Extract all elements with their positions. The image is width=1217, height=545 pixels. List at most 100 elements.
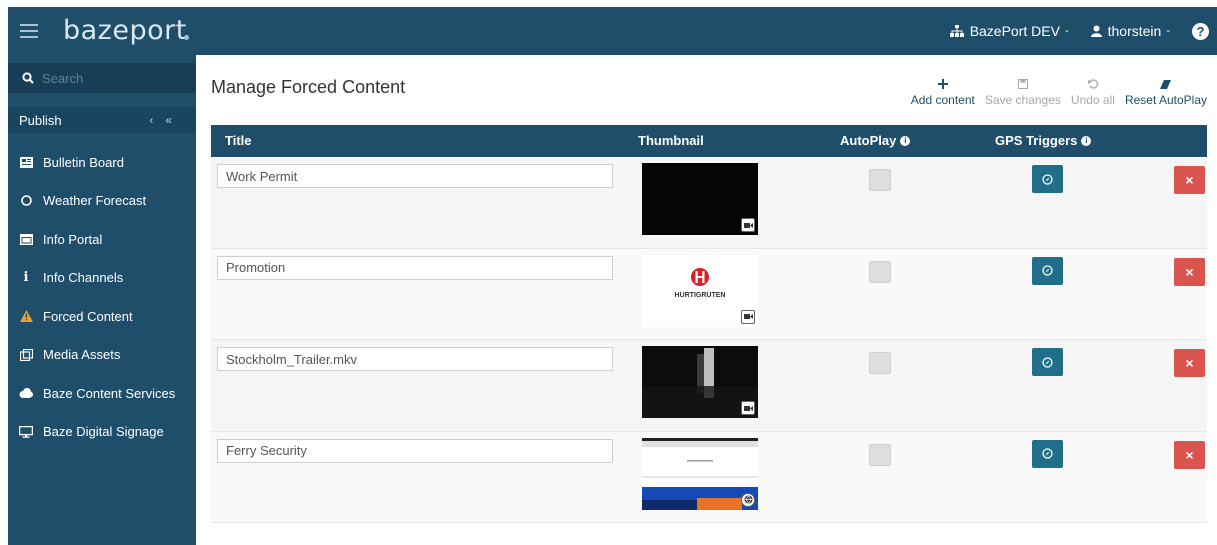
delete-button[interactable]: × [1174,440,1205,469]
thumbnail-image[interactable]: HURTIGRUTEN [642,254,758,327]
sidebar-search [8,63,196,93]
close-icon: × [1185,355,1194,371]
site-selector-dropdown[interactable]: BazePort DEV - [949,23,1069,39]
thumbnail-image[interactable] [642,346,758,418]
close-icon: × [1185,172,1194,188]
sidebar-item-label: Media Assets [43,347,121,363]
info-circle-icon[interactable]: i [1081,135,1092,146]
hurtigruten-logo-text: HURTIGRUTEN [675,292,726,299]
title-field[interactable] [217,347,613,371]
toolbar: Add content Save changes Undo all Reset … [901,77,1207,107]
media-assets-icon [19,348,33,362]
autoplay-checkbox[interactable] [869,443,891,466]
thumbnail-image[interactable] [642,437,758,510]
save-changes-label: Save changes [984,93,1061,107]
sidebar-item-label: Info Channels [43,270,124,286]
reset-autoplay-button[interactable]: Reset AutoPlay [1125,77,1207,107]
table-row: × [211,431,1207,523]
help-icon[interactable]: ? [1192,22,1209,40]
compass-icon [1042,173,1053,185]
video-icon [741,218,755,232]
caret-down-icon: - [1166,25,1170,37]
delete-button[interactable]: × [1174,349,1205,377]
web-page-icon [741,492,755,507]
sidebar-item-label: Baze Content Services [43,385,176,401]
gps-trigger-button[interactable] [1032,256,1063,285]
collapse-chevron-icon[interactable]: ‹« [149,113,184,127]
column-gps-label: GPS Triggers [995,133,1078,148]
sidebar-item-forced-content[interactable]: Forced Content [8,297,196,336]
gps-trigger-button[interactable] [1032,165,1063,193]
sidebar: Publish ‹« Bulletin Board Weather Foreca… [8,55,196,545]
sidebar-item-info-portal[interactable]: Info Portal [8,220,196,259]
table-row: × [211,157,1207,249]
close-icon: × [1185,446,1194,463]
column-header-autoplay: AutoPlay i [840,133,911,148]
close-icon: × [1185,263,1194,280]
eraser-icon [1160,77,1172,91]
column-header-thumbnail: Thumbnail [638,133,704,148]
page-title: Manage Forced Content [211,77,406,97]
undo-all-button[interactable]: Undo all [1071,77,1115,107]
video-icon [741,309,755,324]
sidebar-item-label: Info Portal [43,231,103,247]
sidebar-item-bulletin-board[interactable]: Bulletin Board [8,143,196,182]
gps-trigger-button[interactable] [1032,348,1063,376]
sidebar-item-label: Forced Content [43,308,133,324]
autoplay-checkbox[interactable] [869,169,891,191]
brand-logo[interactable]: bazeport [63,15,187,46]
site-selector-label: BazePort DEV [969,23,1060,39]
delete-button[interactable]: × [1174,257,1205,286]
sidebar-item-label: Weather Forecast [43,193,147,209]
search-icon [22,72,34,84]
add-content-button[interactable]: Add content [911,77,975,107]
autoplay-checkbox[interactable] [869,260,891,283]
caret-down-icon: - [1064,25,1069,37]
table-row: HURTIGRUTEN × [211,248,1207,340]
monitor-icon [19,425,33,439]
cloud-icon [19,386,33,400]
table-header: Title Thumbnail AutoPlay i GPS Triggers i [211,125,1207,157]
compass-icon [1042,265,1053,276]
floppy-disk-icon [1017,77,1028,91]
compass-icon [1042,448,1053,459]
video-icon [741,401,755,415]
sidebar-item-baze-digital-signage[interactable]: Baze Digital Signage [8,413,196,452]
table-row: × [211,340,1207,432]
title-field[interactable] [217,438,613,463]
title-field[interactable] [217,255,613,280]
sidebar-item-label: Bulletin Board [43,154,124,170]
title-field[interactable] [217,164,613,188]
sitemap-icon [949,25,964,37]
warning-icon [19,309,33,323]
autoplay-checkbox[interactable] [869,352,891,374]
undo-icon [1087,77,1098,91]
user-menu-dropdown[interactable]: thorstein - [1090,23,1170,39]
sidebar-item-weather-forecast[interactable]: Weather Forecast [8,182,196,221]
sidebar-item-baze-content-services[interactable]: Baze Content Services [8,374,196,413]
info-circle-icon[interactable]: i [900,135,911,146]
reset-autoplay-label: Reset AutoPlay [1124,93,1207,107]
column-title-label: Title [225,133,252,148]
hamburger-menu-icon[interactable] [20,24,38,38]
brand-logo-dot [184,35,189,40]
publish-section-header[interactable]: Publish ‹« [8,107,196,133]
user-name: thorstein [1107,23,1162,39]
sidebar-nav: Bulletin Board Weather Forecast Info Por… [8,143,196,451]
delete-button[interactable]: × [1174,166,1205,194]
user-icon [1090,25,1102,37]
compass-icon [1042,356,1053,368]
save-changes-button[interactable]: Save changes [985,77,1061,107]
search-input[interactable] [42,70,182,86]
publish-label: Publish [19,112,62,128]
thumbnail-image[interactable] [642,163,758,235]
forced-content-table: Title Thumbnail AutoPlay i GPS Triggers i … [211,125,1207,523]
column-header-title: Title [225,133,252,148]
main-content: Manage Forced Content Add content Save c… [196,55,1217,545]
sidebar-item-info-channels[interactable]: i Info Channels [8,259,196,298]
gps-trigger-button[interactable] [1032,439,1063,468]
undo-all-label: Undo all [1070,93,1115,107]
sidebar-item-media-assets[interactable]: Media Assets [8,336,196,375]
top-bar: bazeport BazePort DEV - thorstein - ? [8,7,1217,55]
bulletin-board-icon [19,155,33,169]
